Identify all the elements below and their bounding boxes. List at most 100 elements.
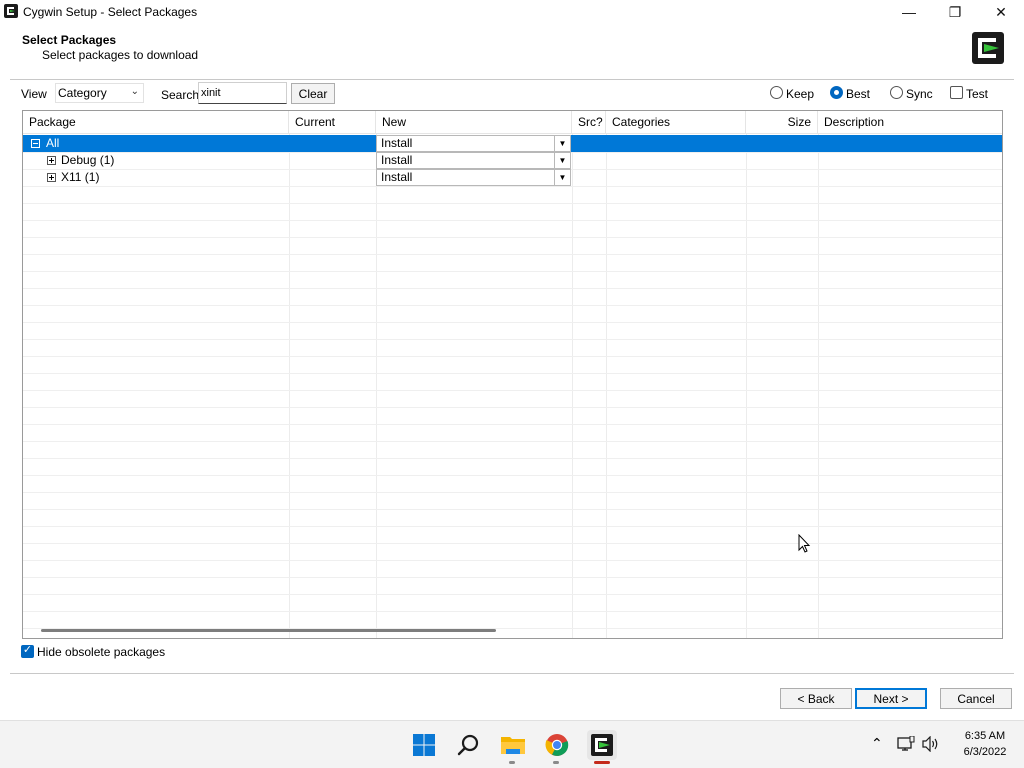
new-action-value: Install bbox=[381, 136, 413, 150]
grid-line bbox=[23, 237, 1002, 238]
package-name: All bbox=[46, 136, 60, 150]
package-name: X11 (1) bbox=[61, 170, 100, 184]
cancel-button[interactable]: Cancel bbox=[940, 688, 1012, 709]
best-label: Best bbox=[846, 87, 871, 101]
horizontal-scrollbar[interactable] bbox=[41, 629, 496, 632]
package-name: Debug (1) bbox=[61, 153, 115, 167]
grid-line bbox=[23, 203, 1002, 204]
grid-line bbox=[23, 475, 1002, 476]
package-list[interactable]: Package Current New Src? Categories Size… bbox=[22, 110, 1003, 639]
grid-line bbox=[23, 373, 1002, 374]
grid-line bbox=[746, 134, 747, 638]
new-action-select[interactable]: Install ▼ bbox=[376, 152, 571, 169]
title-bar: Cygwin Setup - Select Packages — ❐ ✕ bbox=[0, 0, 1024, 24]
grid-line bbox=[818, 134, 819, 638]
cygwin-setup-icon[interactable] bbox=[587, 730, 617, 760]
grid-line bbox=[23, 526, 1002, 527]
dropdown-arrow-icon[interactable]: ▼ bbox=[554, 136, 570, 151]
grid-line bbox=[23, 492, 1002, 493]
network-icon[interactable] bbox=[897, 736, 915, 752]
column-header-package[interactable]: Package bbox=[23, 111, 289, 134]
check-icon: ✓ bbox=[22, 644, 33, 656]
keep-radio[interactable] bbox=[770, 86, 783, 99]
test-label: Test bbox=[966, 87, 989, 101]
back-button[interactable]: < Back bbox=[780, 688, 852, 709]
grid-line bbox=[23, 322, 1002, 323]
grid-line bbox=[23, 560, 1002, 561]
dropdown-arrow-icon[interactable]: ▼ bbox=[554, 170, 570, 185]
view-select-value: Category bbox=[58, 86, 107, 100]
maximize-button[interactable]: ❐ bbox=[932, 0, 978, 24]
grid-line bbox=[289, 134, 290, 638]
active-app-indicator bbox=[594, 761, 610, 764]
dropdown-arrow-icon[interactable]: ▼ bbox=[554, 153, 570, 168]
clear-button[interactable]: Clear bbox=[291, 83, 335, 104]
column-header-description[interactable]: Description bbox=[818, 111, 1002, 134]
expand-icon[interactable] bbox=[47, 173, 56, 182]
grid-line bbox=[572, 134, 573, 638]
new-action-value: Install bbox=[381, 153, 413, 167]
windows-start-icon[interactable] bbox=[410, 731, 438, 759]
grid-line bbox=[376, 134, 377, 638]
grid-line bbox=[23, 594, 1002, 595]
page-subtitle: Select packages to download bbox=[42, 48, 199, 62]
sync-radio[interactable] bbox=[890, 86, 903, 99]
footer-divider bbox=[10, 673, 1014, 674]
view-label: View bbox=[21, 87, 47, 101]
search-icon[interactable] bbox=[454, 731, 482, 759]
close-button[interactable]: ✕ bbox=[978, 0, 1024, 24]
file-explorer-icon[interactable] bbox=[499, 731, 527, 759]
chevron-up-icon[interactable]: ⌃ bbox=[871, 735, 883, 752]
running-indicator bbox=[509, 761, 515, 764]
page-header: Select Packages Select packages to downl… bbox=[0, 24, 1024, 80]
grid-line bbox=[23, 577, 1002, 578]
column-header-current[interactable]: Current bbox=[289, 111, 376, 134]
search-input[interactable] bbox=[198, 82, 287, 104]
table-row[interactable]: Debug (1) Install ▼ bbox=[23, 152, 1002, 169]
clock-date[interactable]: 6/3/2022 bbox=[955, 746, 1015, 758]
column-header-src[interactable]: Src? bbox=[572, 111, 606, 134]
header-divider bbox=[10, 79, 1014, 80]
column-header-new[interactable]: New bbox=[376, 111, 572, 134]
grid-line bbox=[23, 407, 1002, 408]
grid-line bbox=[606, 134, 607, 638]
view-select[interactable]: Category ⌄ bbox=[55, 83, 144, 103]
grid-line bbox=[23, 271, 1002, 272]
minimize-icon: — bbox=[902, 4, 916, 20]
best-radio[interactable] bbox=[830, 86, 843, 99]
grid-line bbox=[23, 305, 1002, 306]
minimize-button[interactable]: — bbox=[886, 0, 932, 24]
collapse-icon[interactable] bbox=[31, 139, 40, 148]
table-row[interactable]: All Install ▼ bbox=[23, 135, 1002, 152]
clock-time[interactable]: 6:35 AM bbox=[955, 730, 1015, 742]
grid-line bbox=[23, 509, 1002, 510]
column-header-categories[interactable]: Categories bbox=[606, 111, 746, 134]
window-title: Cygwin Setup - Select Packages bbox=[23, 5, 198, 19]
list-header: Package Current New Src? Categories Size… bbox=[23, 111, 1002, 134]
expand-icon[interactable] bbox=[47, 156, 56, 165]
next-button[interactable]: Next > bbox=[855, 688, 927, 709]
grid-line bbox=[23, 186, 1002, 187]
running-indicator bbox=[553, 761, 559, 764]
volume-icon[interactable] bbox=[922, 736, 940, 752]
sync-label: Sync bbox=[906, 87, 933, 101]
grid-line bbox=[23, 356, 1002, 357]
table-row[interactable]: X11 (1) Install ▼ bbox=[23, 169, 1002, 186]
column-header-size[interactable]: Size bbox=[746, 111, 818, 134]
new-action-select[interactable]: Install ▼ bbox=[376, 135, 571, 152]
search-label: Search bbox=[161, 88, 200, 102]
hide-obsolete-checkbox[interactable]: ✓ bbox=[21, 644, 34, 658]
test-checkbox[interactable] bbox=[950, 86, 963, 99]
mouse-cursor-icon bbox=[798, 534, 811, 553]
grid-line bbox=[23, 220, 1002, 221]
chrome-icon[interactable] bbox=[543, 731, 571, 759]
keep-label: Keep bbox=[786, 87, 815, 101]
taskbar: ⌃ 6:35 AM 6/3/2022 bbox=[0, 720, 1024, 768]
new-action-select[interactable]: Install ▼ bbox=[376, 169, 571, 186]
restore-icon: ❐ bbox=[948, 3, 962, 20]
chevron-down-icon: ⌄ bbox=[130, 86, 139, 97]
close-icon: ✕ bbox=[995, 3, 1007, 20]
grid-line bbox=[23, 424, 1002, 425]
grid-line bbox=[23, 254, 1002, 255]
grid-line bbox=[23, 543, 1002, 544]
